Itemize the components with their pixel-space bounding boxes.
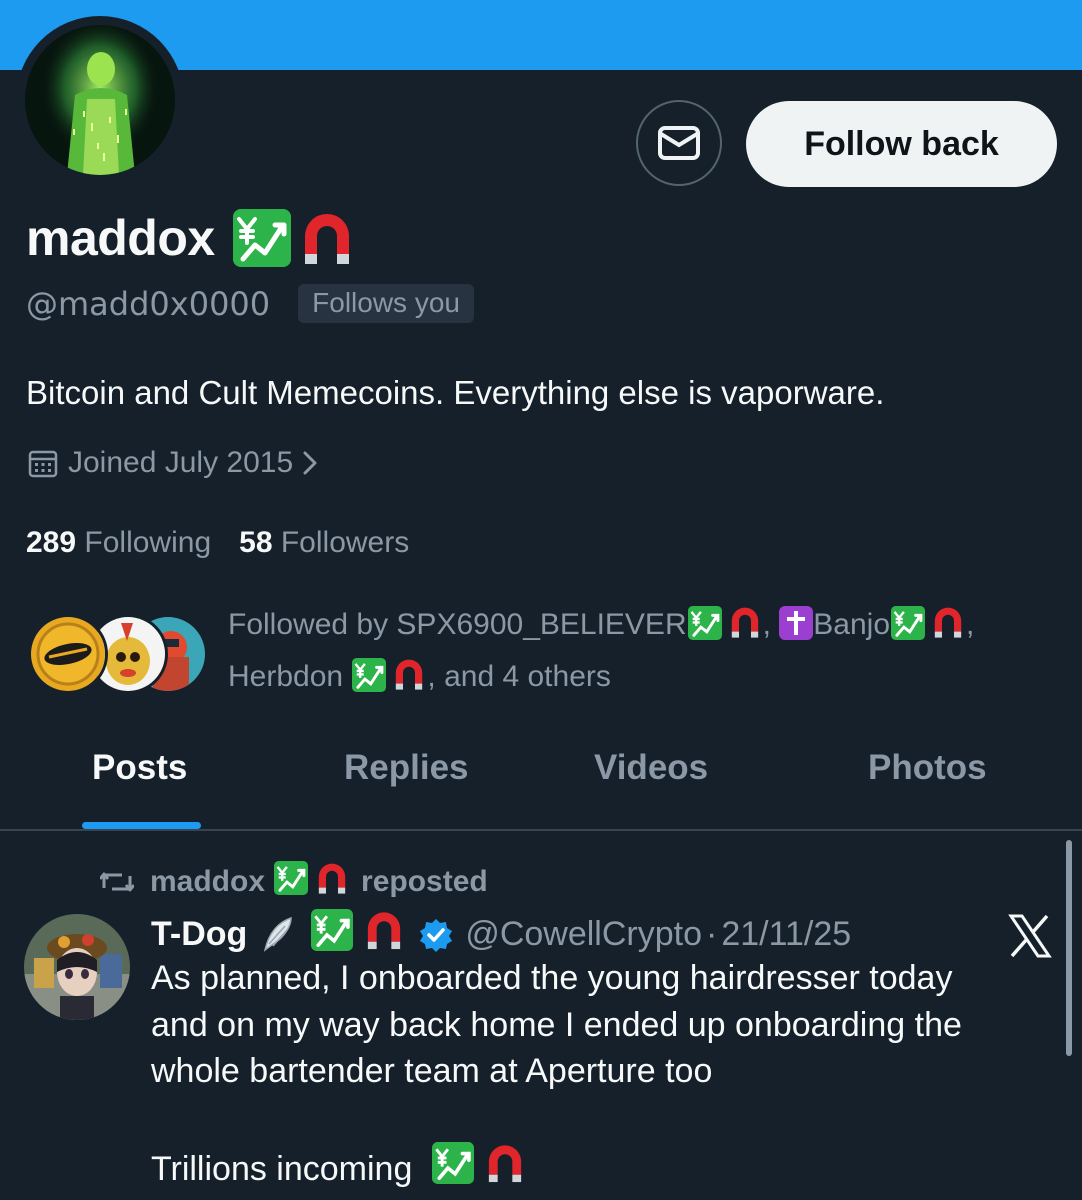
- handle-row: @madd0x0000 Follows you: [26, 284, 474, 323]
- repost-author: maddox: [150, 865, 266, 898]
- chart-yen-icon: [351, 658, 387, 706]
- profile-bio: Bitcoin and Cult Memecoins. Everything e…: [26, 374, 885, 411]
- followed-by-prefix: Followed by: [228, 608, 389, 641]
- chart-yen-icon: [890, 606, 926, 654]
- post-author-avatar[interactable]: [24, 914, 130, 1020]
- tab-posts[interactable]: Posts: [92, 748, 187, 788]
- chevron-right-icon: [303, 451, 317, 475]
- followed-by-avatars[interactable]: [28, 614, 208, 694]
- chart-yen-icon: [232, 209, 291, 267]
- followers-stat[interactable]: 58 Followers: [239, 526, 409, 560]
- meta-separator: ·: [706, 915, 718, 953]
- magnet-icon: [361, 908, 407, 961]
- profile-avatar[interactable]: [25, 25, 175, 175]
- profile-tabs: Posts Replies Videos Photos: [0, 736, 1082, 830]
- followed-by-text[interactable]: Followed by SPX6900_BELIEVER, Banjo, Her…: [228, 602, 1048, 706]
- mail-icon: [658, 126, 700, 160]
- post-header: T-Dog @CowellCrypto · 21/11/25: [151, 908, 851, 961]
- post-line-2: and on my way back home I ended up onboa…: [151, 1005, 962, 1044]
- repost-indicator[interactable]: maddox reposted: [100, 860, 488, 904]
- display-name: maddox: [26, 210, 215, 266]
- wing-icon: [264, 916, 293, 952]
- magnet-icon: [930, 604, 966, 654]
- follows-you-badge: Follows you: [298, 284, 474, 323]
- post-date[interactable]: 21/11/25: [721, 915, 851, 954]
- chart-yen-icon: [430, 1141, 476, 1197]
- follower-avatar-1: [28, 614, 108, 694]
- post-body[interactable]: As planned, I onboarded the young hairdr…: [151, 955, 1051, 1197]
- magnet-icon: [482, 1141, 528, 1198]
- repost-icon: [100, 872, 134, 892]
- user-handle: @madd0x0000: [26, 284, 271, 323]
- followers-count: 58: [239, 526, 273, 559]
- followed-by-user-1[interactable]: SPX6900_BELIEVER: [396, 608, 686, 641]
- followed-by-user-3[interactable]: Herbdon: [228, 660, 343, 693]
- post-author-handle[interactable]: @CowellCrypto: [465, 915, 702, 954]
- post-line-4-row: Trillions incoming: [151, 1141, 1051, 1198]
- verified-badge-icon: [420, 918, 453, 952]
- post-line-3: whole bartender team at Aperture too: [151, 1052, 713, 1090]
- magnet-icon: [313, 860, 351, 904]
- x-logo-icon: [1008, 914, 1052, 958]
- following-stat[interactable]: 289 Following: [26, 526, 211, 560]
- post-line-1: As planned, I onboarded the young hairdr…: [151, 959, 953, 997]
- tabs-divider: [0, 829, 1082, 831]
- tab-photos[interactable]: Photos: [868, 748, 987, 788]
- display-name-row: maddox: [26, 208, 357, 268]
- following-count: 289: [26, 526, 77, 559]
- joined-date: Joined July 2015: [68, 446, 294, 479]
- followed-by-suffix: , and 4 others: [427, 660, 611, 693]
- message-button[interactable]: [636, 100, 722, 186]
- follow-back-button[interactable]: Follow back: [746, 101, 1057, 187]
- calendar-icon: [28, 450, 58, 478]
- magnet-icon: [727, 604, 763, 654]
- followed-by-user-2[interactable]: Banjo: [813, 608, 890, 641]
- active-tab-indicator: [82, 822, 201, 829]
- chart-yen-icon: [687, 606, 723, 654]
- follow-stats: 289 Following 58 Followers: [26, 526, 437, 560]
- post-line-4: Trillions incoming: [151, 1149, 413, 1188]
- tab-videos[interactable]: Videos: [594, 748, 708, 788]
- following-label: Following: [84, 526, 212, 559]
- chart-yen-icon: [273, 861, 309, 903]
- repost-label: reposted: [361, 865, 488, 898]
- followers-label: Followers: [280, 526, 410, 559]
- latin-cross-icon: [779, 606, 814, 654]
- magnet-icon: [391, 656, 427, 706]
- tab-replies[interactable]: Replies: [344, 748, 469, 788]
- magnet-icon: [297, 208, 357, 268]
- scrollbar[interactable]: [1066, 840, 1072, 1056]
- chart-yen-icon: [309, 909, 355, 960]
- post-author-name[interactable]: T-Dog: [151, 915, 247, 954]
- joined-date-row[interactable]: Joined July 2015: [28, 446, 321, 480]
